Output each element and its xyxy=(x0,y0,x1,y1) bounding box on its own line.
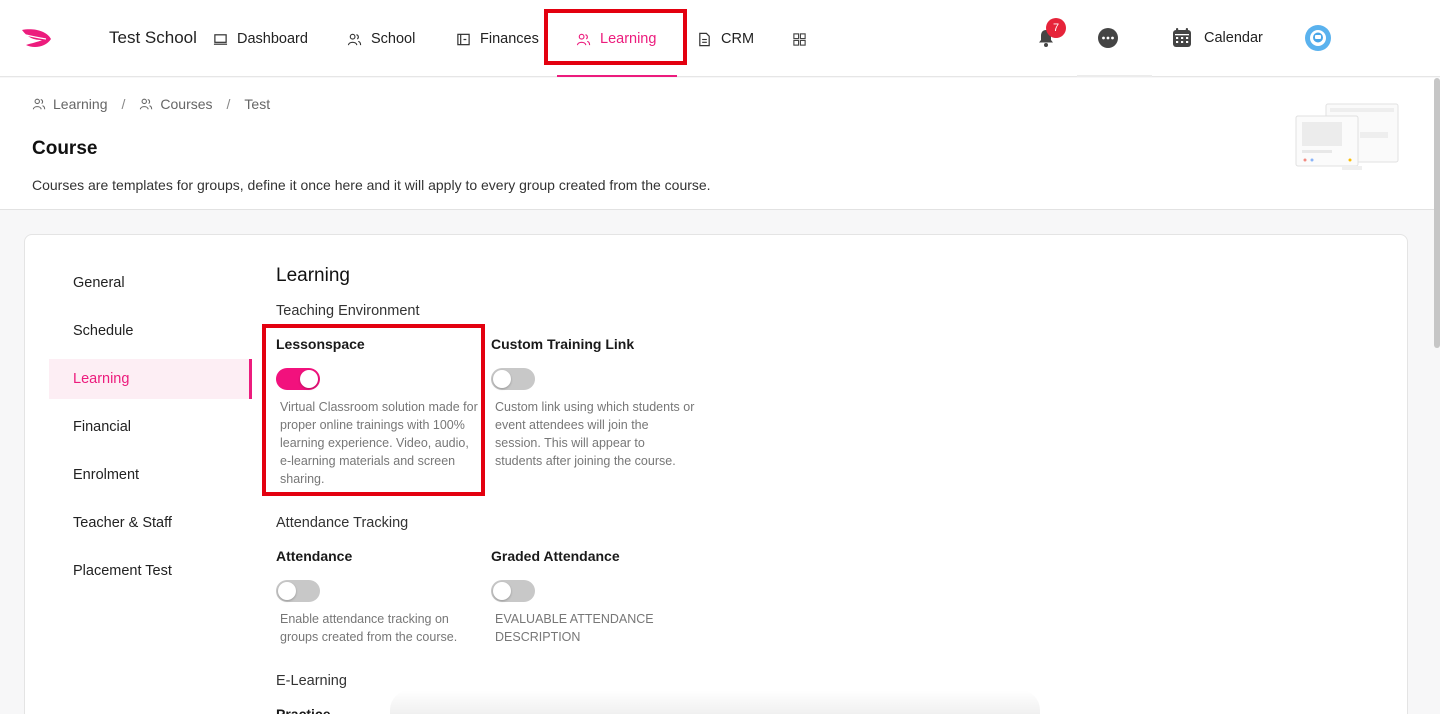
custom-training-link-title: Custom Training Link xyxy=(491,336,635,352)
practice-title: Practice xyxy=(276,706,331,714)
nav-finances-label: Finances xyxy=(480,31,539,47)
nav-learning[interactable]: Learning xyxy=(576,29,656,49)
active-tab-indicator xyxy=(557,75,677,77)
teaching-environment-label: Teaching Environment xyxy=(276,303,420,319)
chat-icon[interactable] xyxy=(1097,27,1119,49)
lessonspace-toggle[interactable] xyxy=(276,368,320,390)
app-logo[interactable] xyxy=(20,27,52,49)
sidebar-item-label: Learning xyxy=(73,371,130,387)
nav-dashboard-label: Dashboard xyxy=(237,31,308,47)
graded-attendance-title: Graded Attendance xyxy=(491,548,620,564)
breadcrumb-courses-label: Courses xyxy=(160,96,213,112)
attendance-toggle[interactable] xyxy=(276,580,320,602)
breadcrumb-current: Test xyxy=(244,96,271,112)
page-header: Learning / Courses / Test Course Courses… xyxy=(0,78,1440,210)
section-title: Learning xyxy=(276,265,350,286)
nav-dashboard[interactable]: Dashboard xyxy=(213,29,308,49)
sidebar-item-label: Teacher & Staff xyxy=(73,515,172,531)
course-settings-card: General Schedule Learning Financial Enro… xyxy=(24,234,1408,714)
sidebar-item-label: General xyxy=(73,275,125,291)
breadcrumb: Learning / Courses / Test xyxy=(32,96,270,112)
sidebar-item-teacher-staff[interactable]: Teacher & Staff xyxy=(49,503,252,543)
breadcrumb-courses[interactable]: Courses xyxy=(139,96,213,112)
breadcrumb-separator: / xyxy=(121,96,126,112)
graded-attendance-toggle[interactable] xyxy=(491,580,535,602)
sidebar-item-schedule[interactable]: Schedule xyxy=(49,311,252,351)
toggle-knob xyxy=(493,370,511,388)
graded-attendance-description: EVALUABLE ATTENDANCE DESCRIPTION xyxy=(495,612,654,644)
e-learning-label: E-Learning xyxy=(276,673,347,689)
nav-apps[interactable] xyxy=(792,29,807,49)
people-icon xyxy=(576,33,591,45)
breadcrumb-learning-label: Learning xyxy=(53,96,108,112)
page-description: Courses are templates for groups, define… xyxy=(32,177,711,193)
page-scrollbar[interactable] xyxy=(1434,78,1440,348)
notification-badge: 7 xyxy=(1046,18,1066,38)
monitor-icon xyxy=(213,33,228,45)
nav-crm[interactable]: CRM xyxy=(697,29,754,49)
sidebar-item-enrolment[interactable]: Enrolment xyxy=(49,455,252,495)
document-icon xyxy=(699,32,710,46)
breadcrumb-learning[interactable]: Learning xyxy=(32,96,108,112)
sidebar-item-general[interactable]: General xyxy=(49,263,252,303)
sidebar-item-financial[interactable]: Financial xyxy=(49,407,252,447)
wallet-icon xyxy=(457,33,470,45)
bottom-overlay-shadow xyxy=(390,690,1040,714)
toggle-knob xyxy=(493,582,511,600)
page-title: Course xyxy=(32,138,98,159)
user-avatar[interactable] xyxy=(1305,25,1331,51)
custom-training-link-toggle[interactable] xyxy=(491,368,535,390)
custom-training-link-description: Custom link using which students or even… xyxy=(495,400,695,468)
people-icon xyxy=(140,98,153,110)
attendance-description: Enable attendance tracking on groups cre… xyxy=(280,612,458,644)
sidebar-item-label: Placement Test xyxy=(73,563,172,579)
avatar-icon xyxy=(1310,30,1326,46)
nav-finances[interactable]: Finances xyxy=(456,29,539,49)
attendance-tracking-label: Attendance Tracking xyxy=(276,515,409,531)
toggle-knob xyxy=(300,370,318,388)
nav-school-label: School xyxy=(371,31,416,47)
school-name[interactable]: Test School xyxy=(109,28,197,48)
sidebar-item-learning[interactable]: Learning xyxy=(49,359,252,399)
nav-crm-label: CRM xyxy=(721,31,755,47)
people-icon xyxy=(347,33,362,45)
people-icon xyxy=(32,98,46,110)
nav-learning-label: Learning xyxy=(600,31,657,47)
grid-icon xyxy=(793,32,806,46)
sidebar-item-label: Financial xyxy=(73,419,132,435)
attendance-title: Attendance xyxy=(276,548,353,564)
lessonspace-description: Virtual Classroom solution made for prop… xyxy=(280,400,478,486)
course-illustration xyxy=(1295,103,1399,170)
lessonspace-title: Lessonspace xyxy=(276,336,365,352)
nav-school[interactable]: School xyxy=(347,29,415,49)
nav-divider xyxy=(1077,75,1152,77)
calendar-label: Calendar xyxy=(1204,29,1263,46)
sidebar-item-label: Enrolment xyxy=(73,467,140,483)
calendar-icon xyxy=(1173,28,1191,47)
sidebar-active-indicator xyxy=(249,359,252,399)
calendar-button[interactable]: Calendar xyxy=(1172,27,1263,48)
sidebar-item-label: Schedule xyxy=(73,323,134,339)
toggle-knob xyxy=(278,582,296,600)
top-navigation-bar: Test School Dashboard School Finances Le… xyxy=(0,0,1440,77)
sidebar-item-placement-test[interactable]: Placement Test xyxy=(49,551,252,591)
breadcrumb-separator: / xyxy=(226,96,231,112)
